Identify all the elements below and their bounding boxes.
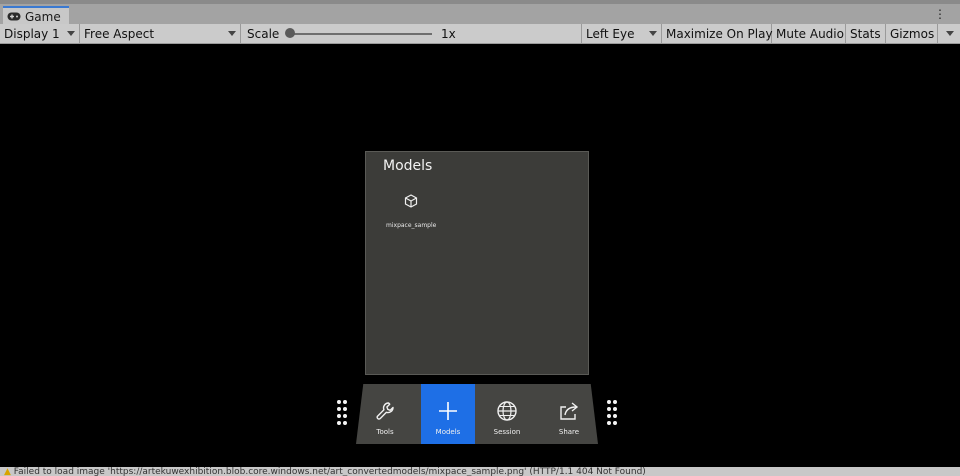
chevron-down-icon [649, 31, 657, 36]
panel-title: Models [383, 158, 433, 174]
display-dropdown[interactable]: Display 1 [0, 24, 80, 43]
gizmos-dropdown[interactable] [938, 24, 960, 43]
scale-value: 1x [441, 26, 456, 41]
plus-icon [439, 402, 457, 420]
chevron-down-icon [228, 31, 236, 36]
aspect-label: Free Aspect [84, 26, 155, 41]
share-button[interactable]: Share [542, 384, 596, 444]
gamepad-icon [7, 12, 21, 21]
game-toolbar: Display 1 Free Aspect Scale 1x Left Eye … [0, 24, 960, 44]
session-label: Session [493, 428, 521, 436]
scale-slider-track[interactable] [290, 33, 432, 35]
status-message: Failed to load image 'https://artekuwexh… [13, 467, 646, 476]
gizmos-toggle[interactable]: Gizmos [886, 24, 938, 43]
stats-toggle[interactable]: Stats [846, 24, 886, 43]
console-status-bar[interactable]: ▲ Failed to load image 'https://artekuwe… [0, 467, 960, 476]
session-button[interactable]: Session [480, 384, 534, 444]
dock-drag-handle-right[interactable] [607, 400, 617, 428]
maximize-label: Maximize On Play [666, 26, 773, 41]
app-bar: Tools Models Session Share [356, 384, 598, 444]
models-panel: Models mixpace_sample [365, 151, 589, 375]
gizmos-label: Gizmos [890, 26, 935, 41]
mute-audio-toggle[interactable]: Mute Audio [772, 24, 846, 43]
scale-label: Scale [247, 26, 280, 41]
aspect-dropdown[interactable]: Free Aspect [80, 24, 241, 43]
tab-game[interactable]: Game [3, 6, 69, 25]
scale-slider-knob[interactable] [285, 28, 295, 38]
tools-button[interactable]: Tools [358, 384, 412, 444]
tools-label: Tools [376, 428, 394, 436]
share-icon [560, 402, 579, 420]
dock-drag-handle-left[interactable] [337, 400, 347, 428]
wrench-icon [376, 402, 394, 420]
maximize-on-play-toggle[interactable]: Maximize On Play [662, 24, 773, 43]
tab-label: Game [25, 9, 61, 24]
share-label: Share [558, 428, 580, 436]
editor-tab-bar: Game ⋮ [0, 0, 960, 25]
eye-dropdown[interactable]: Left Eye [582, 24, 662, 43]
models-label: Models [435, 428, 461, 436]
mute-label: Mute Audio [776, 26, 844, 41]
model-item-label[interactable]: mixpace_sample [386, 222, 436, 229]
chevron-down-icon [67, 31, 75, 36]
display-label: Display 1 [4, 26, 60, 41]
warning-icon: ▲ [4, 467, 11, 476]
stats-label: Stats [850, 26, 881, 41]
globe-icon [497, 401, 517, 421]
eye-label: Left Eye [586, 26, 635, 41]
models-button[interactable]: Models [421, 384, 475, 444]
kebab-menu-icon[interactable]: ⋮ [934, 8, 946, 20]
cube-icon[interactable] [403, 193, 419, 209]
chevron-down-icon [946, 31, 954, 36]
